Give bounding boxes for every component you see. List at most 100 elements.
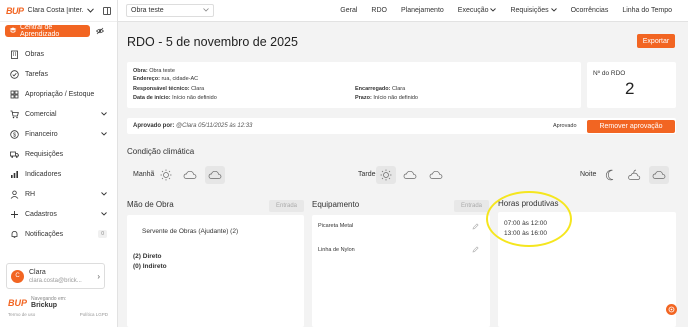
approval-status: Aprovado — [553, 123, 577, 129]
chevron-down-icon — [101, 211, 107, 218]
cloud-icon-selected[interactable] — [205, 166, 225, 184]
footer-links: Termo de uso Política LGPD — [8, 312, 108, 317]
info-encarregado-value: Clara — [392, 86, 406, 92]
sidebar-item-label: Notificações — [25, 230, 64, 238]
obra-info-card: Obra: Obra teste Endereço: rua, cidade-A… — [127, 62, 581, 108]
info-responsavel: Responsável técnico: Clara — [133, 86, 204, 92]
sidebar-header: BUP Clara Costa [inter... — [0, 0, 117, 22]
sidebar-item-notificacoes[interactable]: Notificações 0 — [0, 224, 117, 244]
main-content: RDO - 5 de novembro de 2025 Exportar Obr… — [118, 22, 688, 327]
sidebar-item-cadastros[interactable]: Cadastros — [0, 204, 117, 224]
sidebar-item-obras[interactable]: Obras — [0, 44, 117, 64]
user-profile-card[interactable]: C Clara clara.costa@brick... › — [6, 263, 105, 289]
sidebar-item-label: Indicadores — [25, 170, 62, 178]
dollar-icon: $ — [10, 129, 19, 139]
info-inicio-label: Data de início: — [133, 95, 171, 101]
info-prazo-value: Início não definido — [373, 95, 418, 101]
mao-de-obra-entrada-button[interactable]: Entrada — [269, 200, 304, 212]
sidebar-toggle-icon[interactable] — [102, 6, 111, 15]
footer-brand: Brickup — [31, 302, 58, 309]
brickup-logo: BUP — [6, 5, 24, 16]
user-email: clara.costa@brick... — [29, 277, 82, 284]
help-chat-icon[interactable] — [666, 304, 677, 315]
sun-icon-selected[interactable] — [376, 166, 396, 184]
info-resp-label: Responsável técnico: — [133, 86, 190, 92]
moon-cloud-icon[interactable] — [625, 166, 645, 184]
graduation-cap-icon — [9, 27, 17, 35]
weather-morning-label: Manhã — [133, 171, 155, 178]
tab-linha-do-tempo[interactable]: Linha do Tempo — [622, 7, 672, 14]
sidebar-item-rh[interactable]: RH — [0, 184, 117, 204]
indireto-count: (0) Indireto — [133, 263, 167, 270]
info-encarregado: Encarregado: Clara — [355, 86, 405, 92]
chevron-down-icon — [490, 8, 497, 12]
info-endereco-value: rua, cidade-AC — [161, 76, 199, 82]
eye-off-icon[interactable] — [95, 27, 105, 35]
info-inicio-value: Início não definido — [172, 95, 217, 101]
mao-de-obra-item: Servente de Obras (Ajudante) (2) — [142, 228, 239, 235]
footer-logo: BUP — [8, 297, 28, 308]
user-info: Clara clara.costa@brick... — [29, 269, 82, 284]
chevron-down-icon — [203, 7, 209, 14]
info-encarregado-label: Encarregado: — [355, 86, 391, 92]
sidebar-item-label: Obras — [25, 50, 45, 58]
grid-icon — [10, 90, 19, 99]
weather-night-label: Noite — [580, 171, 597, 178]
chevron-down-icon — [101, 111, 107, 118]
mao-de-obra-title: Mão de Obra — [127, 200, 174, 209]
cloud-icon[interactable] — [400, 166, 420, 184]
person-icon — [10, 190, 19, 199]
tab-rdo[interactable]: RDO — [371, 7, 387, 14]
chart-icon — [10, 170, 19, 179]
info-obra-label: Obra: — [133, 68, 148, 74]
learning-center-label: Central de Aprendizado — [20, 24, 60, 38]
chevron-down-icon — [101, 131, 107, 138]
tab-requisicoes[interactable]: Requisições — [510, 7, 557, 14]
sidebar-item-financeiro[interactable]: $ Financeiro — [0, 124, 117, 144]
info-prazo: Prazo: Início não definido — [355, 95, 418, 101]
obra-select[interactable]: Obra teste — [126, 4, 214, 17]
sidebar-nav: Obras Tarefas Apropriação / Estoque Come… — [0, 44, 117, 244]
sun-icon[interactable] — [156, 166, 176, 184]
bell-icon — [10, 230, 19, 239]
mao-de-obra-panel: Servente de Obras (Ajudante) (2) (2) Dir… — [127, 215, 304, 327]
info-obra: Obra: Obra teste — [133, 68, 175, 74]
learning-center-button[interactable]: Central de Aprendizado — [5, 24, 90, 38]
plus-icon — [10, 210, 19, 219]
sidebar-item-tarefas[interactable]: Tarefas — [0, 64, 117, 84]
user-switcher[interactable]: Clara Costa [inter... — [28, 7, 84, 14]
tab-planejamento[interactable]: Planejamento — [401, 7, 444, 14]
direto-count: (2) Direto — [133, 253, 162, 260]
sidebar-item-label: Apropriação / Estoque — [25, 90, 95, 98]
edit-icon[interactable] — [472, 246, 479, 253]
page-title: RDO - 5 de novembro de 2025 — [127, 35, 298, 49]
cloud-icon-selected[interactable] — [649, 166, 669, 184]
cloud-icon[interactable] — [180, 166, 200, 184]
sidebar-item-requisicoes[interactable]: Requisições — [0, 144, 117, 164]
tab-ocorrencias[interactable]: Ocorrências — [571, 7, 609, 14]
tab-requisicoes-label: Requisições — [510, 7, 549, 14]
tab-geral[interactable]: Geral — [340, 7, 357, 14]
terms-link[interactable]: Termo de uso — [8, 312, 35, 317]
cloud-icon[interactable] — [426, 166, 446, 184]
edit-icon[interactable] — [472, 223, 479, 230]
tab-execucao[interactable]: Execução — [458, 7, 497, 14]
remove-approval-button[interactable]: Remover aprovação — [587, 120, 675, 133]
sidebar-item-label: Comercial — [25, 110, 57, 118]
export-button[interactable]: Exportar — [637, 34, 675, 48]
privacy-link[interactable]: Política LGPD — [80, 312, 108, 317]
info-prazo-label: Prazo: — [355, 95, 372, 101]
chevron-down-icon[interactable] — [87, 7, 95, 15]
equipamento-item: Picareta Metal — [318, 223, 354, 229]
sidebar-item-label: Financeiro — [25, 130, 58, 138]
moon-icon[interactable] — [601, 166, 621, 184]
check-circle-icon — [10, 69, 19, 79]
weather-row: Manhã Tarde Noite — [127, 165, 676, 186]
equipamento-entrada-button[interactable]: Entrada — [454, 200, 489, 212]
sidebar: BUP Clara Costa [inter... Central de Apr… — [0, 0, 118, 327]
sidebar-item-comercial[interactable]: Comercial — [0, 104, 117, 124]
sidebar-item-apropriacao[interactable]: Apropriação / Estoque — [0, 84, 117, 104]
sidebar-item-indicadores[interactable]: Indicadores — [0, 164, 117, 184]
rdo-number: 2 — [625, 79, 635, 98]
avatar: C — [11, 269, 24, 283]
